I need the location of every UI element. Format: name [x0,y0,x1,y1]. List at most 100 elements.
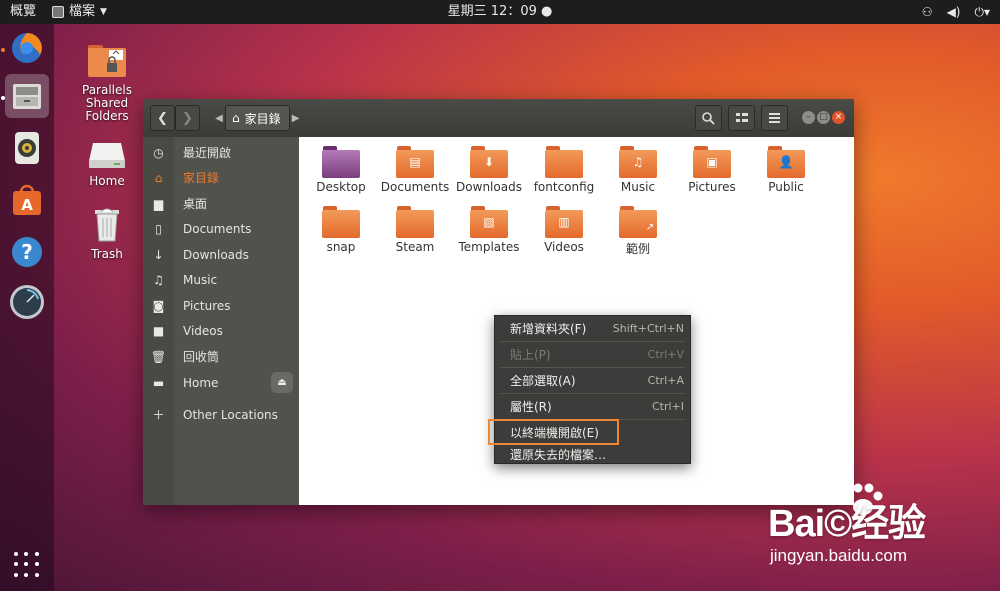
folder-label: Downloads [456,180,522,194]
show-applications-button[interactable] [14,552,40,578]
music-folder-icon: ♫ [619,146,657,178]
back-button[interactable]: ❮ [150,105,175,131]
menu-item-select-all[interactable]: 全部選取(A) Ctrl+A [495,369,690,391]
menu-item-new-folder[interactable]: 新增資料夾(F) Shift+Ctrl+N [495,317,690,339]
eject-button[interactable]: ⏏ [271,372,293,393]
folder-icon [322,146,360,178]
document-icon: ▯ [155,221,162,236]
music-icon: ♫ [153,272,164,287]
menu-item-label: 新增資料夾(F) [510,321,587,336]
shared-folder-icon [67,42,147,81]
sidebar-item-music[interactable]: ♫ Music [143,267,299,292]
power-icon[interactable]: ⏻▾ [974,0,990,24]
menu-item-accel: Ctrl+I [651,399,684,413]
hamburger-icon [769,113,780,123]
desktop-icon-label: Trash [91,247,123,261]
folder-music[interactable]: ♫ Music [598,146,678,194]
sidebar-item-home-drive[interactable]: ▬ Home ⏏ [143,370,299,395]
clock-label[interactable]: 星期三 12：09 [448,4,537,19]
folder-public[interactable]: 👤 Public [746,146,826,194]
minimize-button[interactable]: – [802,111,815,124]
clock-icon: ◷ [153,145,164,160]
video-icon: ■ [152,323,165,338]
desktop-icon-parallels-shared-folders[interactable]: Parallels Shared Folders [67,42,147,123]
network-icon[interactable]: ⚇ [922,0,933,24]
folder-icon [545,146,583,178]
download-folder-icon: ⬇ [470,146,508,178]
files-icon[interactable] [5,74,49,118]
folder-label: snap [326,240,356,254]
menu-item-label: 貼上(P) [510,347,551,362]
sidebar-item-videos[interactable]: ■ Videos [143,318,299,343]
sidebar-item-label: Pictures [183,298,231,313]
menu-separator [501,393,685,394]
folder-label: Steam [395,240,435,254]
software-center-icon[interactable]: A [5,178,49,222]
firefox-icon[interactable] [5,26,49,70]
sidebar-item-other-locations[interactable]: ＋ Other Locations [143,402,299,427]
menu-button[interactable] [761,105,788,131]
breadcrumb-home[interactable]: ⌂ 家目錄 [225,105,290,131]
folder-pictures[interactable]: ▣ Pictures [672,146,752,194]
menu-item-restore-missing-files[interactable]: 還原失去的檔案… [495,443,690,465]
system-tray[interactable]: ⚇ ◀) ⏻▾ [922,0,990,24]
sidebar-item-pictures[interactable]: ◙ Pictures [143,293,299,318]
menu-item-paste: 貼上(P) Ctrl+V [495,343,690,365]
desktop-icon-label: Folders [85,109,129,123]
parallels-icon[interactable] [5,280,49,324]
sidebar-item-home[interactable]: ⌂ 家目錄 [143,165,299,190]
folder-fontconfig[interactable]: fontconfig [524,146,604,194]
home-icon: ⌂ [232,111,240,125]
activities-button[interactable]: 概覽 [10,0,36,24]
videos-folder-icon: ▥ [545,206,583,238]
forward-button[interactable]: ❯ [175,105,200,131]
search-icon [702,111,715,125]
sidebar-item-label: Home [183,375,219,390]
folder-label: Templates [458,240,520,254]
sidebar-item-documents[interactable]: ▯ Documents [143,216,299,241]
public-folder-icon: 👤 [767,146,805,178]
close-button[interactable]: × [832,111,845,124]
app-menu[interactable]: 檔案 ▼ [52,0,107,24]
folder-documents[interactable]: ▤ Documents [375,146,455,194]
help-icon[interactable]: ? [5,230,49,274]
volume-icon[interactable]: ◀) [947,0,961,24]
sidebar-item-trash[interactable]: 🗑 回收筒 [143,344,299,369]
folder-videos[interactable]: ▥ Videos [524,206,604,254]
sidebar-item-downloads[interactable]: ↓ Downloads [143,242,299,267]
folder-templates[interactable]: ▧ Templates [449,206,529,254]
menu-item-accel: Ctrl+V [647,347,684,361]
folder-desktop[interactable]: Desktop [301,146,381,194]
folder-label: Videos [544,240,584,254]
sidebar-item-label: Music [183,272,218,287]
menu-separator [501,367,685,368]
header-bar: ❮ ❯ ◀ ⌂ 家目錄 ▶ – □ × [143,99,854,137]
desktop-icon-home[interactable]: Home [67,141,147,188]
folder-downloads[interactable]: ⬇ Downloads [449,146,529,194]
symlink-folder-icon: ↗ [619,206,657,238]
chevron-left-icon: ❮ [157,110,168,126]
svg-text:?: ? [21,240,33,264]
rhythmbox-icon[interactable] [5,126,49,170]
path-right-arrow[interactable]: ▶ [290,113,302,124]
folder-icon [322,206,360,238]
download-icon: ↓ [153,247,164,262]
menu-item-properties[interactable]: 屬性(R) Ctrl+I [495,395,690,417]
svg-text:A: A [21,196,33,214]
sidebar: ◷ 最近開啟 ⌂ 家目錄 ▆ 桌面 ▯ Documents ↓ Downloads ♫ Mu… [143,137,299,505]
sidebar-item-desktop[interactable]: ▆ 桌面 [143,191,299,216]
desktop-icon-trash[interactable]: Trash [67,206,147,261]
search-button[interactable] [695,105,722,131]
folder-snap[interactable]: snap [301,206,381,254]
templates-folder-icon: ▧ [470,206,508,238]
folder-examples[interactable]: ↗ 範例 [598,206,678,257]
watermark-url: jingyan.baidu.com [770,546,908,565]
maximize-button[interactable]: □ [817,111,830,124]
sidebar-item-recent[interactable]: ◷ 最近開啟 [143,140,299,165]
view-options-button[interactable] [728,105,755,131]
running-indicator [1,96,5,100]
watermark-brand: Bai©经验 [768,503,926,545]
folder-steam[interactable]: Steam [375,206,455,254]
path-left-arrow[interactable]: ◀ [213,113,225,124]
folder-label: Music [620,180,656,194]
